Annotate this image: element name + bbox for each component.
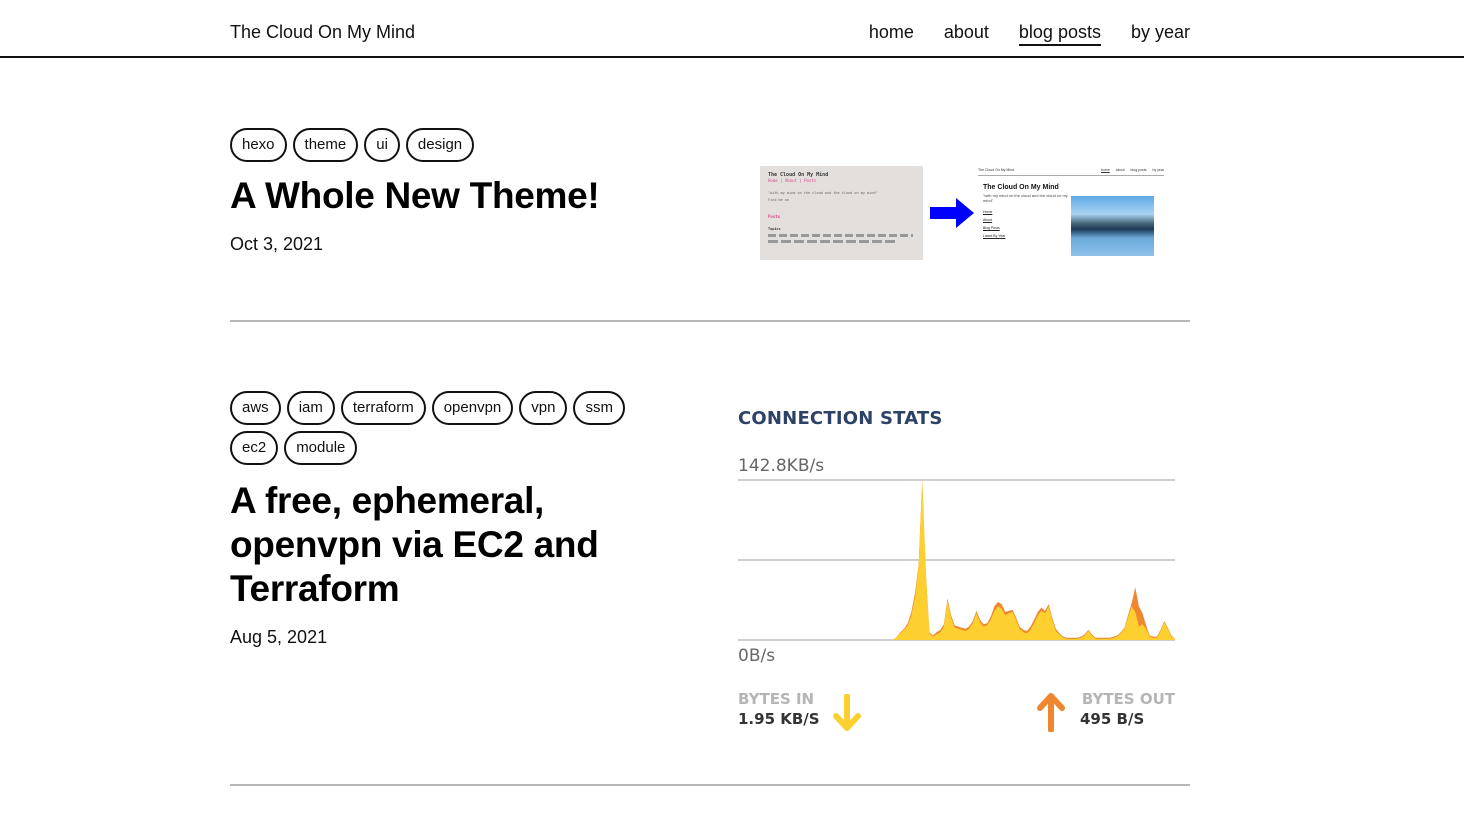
new-theme-nav-item: by year: [1152, 168, 1164, 172]
bytes-out-value: 495 B/S: [1080, 710, 1145, 728]
old-theme-nav: Home | About | Posts: [768, 178, 817, 183]
tag-terraform[interactable]: terraform: [340, 391, 426, 425]
arrow-down-icon: [833, 694, 861, 731]
new-theme-nav-item: home: [1101, 168, 1110, 172]
new-theme-nav-item: blog posts: [1130, 168, 1147, 172]
bytes-in-value: 1.95 KB/S: [738, 710, 820, 728]
bytes-out-label: BYTES OUT: [1081, 690, 1175, 708]
arrow-right-icon: [930, 198, 974, 228]
tag-vpn[interactable]: vpn: [519, 391, 568, 425]
new-theme-screenshot: The Cloud On My Mind home about blog pos…: [978, 168, 1164, 258]
nav-blog-posts[interactable]: blog posts: [1018, 22, 1101, 46]
tag-ui[interactable]: ui: [364, 128, 400, 162]
tag-module[interactable]: module: [284, 431, 358, 465]
nav-home[interactable]: home: [869, 22, 914, 46]
nav-about[interactable]: about: [944, 22, 989, 46]
connection-chart: [738, 479, 1175, 641]
new-theme-nav-item: about: [1115, 168, 1125, 172]
bytes-in-label: BYTES IN: [738, 690, 815, 708]
lake-mountain-image: [1071, 196, 1154, 256]
y-max-label: 142.8KB/s: [738, 456, 825, 476]
post-thumbnail-connection-stats[interactable]: CONNECTION STATS 142.8KB/s 0B/s BYTES IN…: [730, 400, 1180, 740]
tag-list: aws iam terraform openvpn vpn ssm ec2 mo…: [230, 391, 650, 465]
tag-hexo[interactable]: hexo: [230, 128, 287, 162]
tag-iam[interactable]: iam: [286, 391, 335, 425]
post-divider: [230, 320, 1190, 322]
old-theme-topic-tags: [768, 234, 913, 237]
tag-ec2[interactable]: ec2: [230, 431, 279, 465]
old-theme-topic-tags: [768, 240, 898, 243]
old-theme-screenshot: The Cloud On My Mind Home | About | Post…: [760, 166, 923, 260]
post-thumbnail-theme-comparison[interactable]: The Cloud On My Mind Home | About | Post…: [760, 164, 1164, 262]
post-title[interactable]: A free, ephemeral, openvpn via EC2 and T…: [230, 479, 650, 611]
new-theme-quote: "with my mind on the cloud and the cloud…: [983, 193, 1068, 203]
old-theme-topics-heading: Topics: [768, 227, 781, 231]
new-theme-header: The Cloud On My Mind home about blog pos…: [978, 168, 1164, 176]
tag-theme[interactable]: theme: [292, 128, 359, 162]
new-theme-heading: The Cloud On My Mind: [983, 184, 1059, 191]
arrow-up-icon: [1037, 693, 1065, 732]
new-theme-bar-title: The Cloud On My Mind: [978, 168, 1014, 172]
new-theme-bar-nav: home about blog posts by year: [1101, 168, 1164, 172]
site-title-link[interactable]: The Cloud On My Mind: [230, 22, 415, 43]
old-theme-posts-heading: Posts: [768, 214, 781, 219]
tag-aws[interactable]: aws: [230, 391, 281, 425]
chart-title: CONNECTION STATS: [738, 408, 943, 429]
old-theme-find: Find me on: [768, 198, 790, 202]
tag-ssm[interactable]: ssm: [573, 391, 625, 425]
tag-list: hexo theme ui design: [230, 128, 650, 162]
y-min-label: 0B/s: [738, 646, 776, 666]
main-nav: home about blog posts by year: [869, 22, 1190, 46]
post-divider: [230, 784, 1190, 786]
old-theme-quote: "with my mind on the cloud and the cloud…: [768, 191, 878, 195]
nav-by-year[interactable]: by year: [1131, 22, 1190, 46]
tag-design[interactable]: design: [405, 128, 475, 162]
tag-openvpn[interactable]: openvpn: [431, 391, 514, 425]
site-header: The Cloud On My Mind home about blog pos…: [0, 0, 1464, 58]
